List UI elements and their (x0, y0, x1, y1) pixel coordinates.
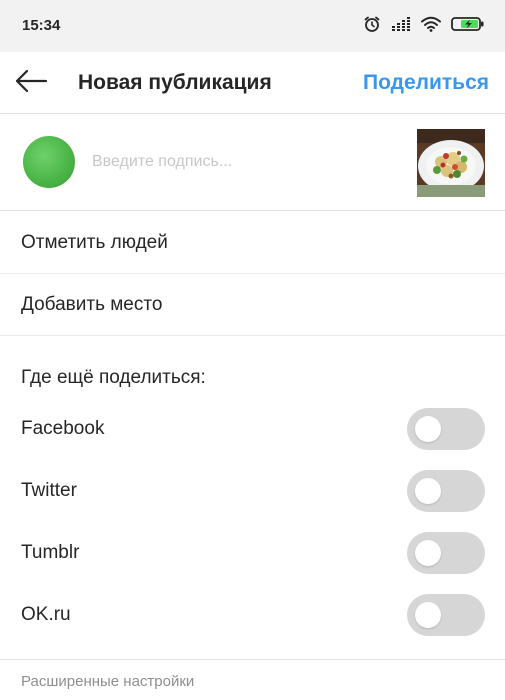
share-twitter-row: Twitter (0, 460, 505, 522)
advanced-settings-link[interactable]: Расширенные настройки (21, 673, 194, 690)
share-tumblr-toggle[interactable] (407, 532, 485, 574)
add-location-row[interactable]: Добавить место (0, 274, 505, 336)
status-bar: 15:34 (0, 0, 505, 52)
toggle-knob (415, 416, 441, 442)
arrow-left-icon (14, 69, 48, 98)
share-okru-toggle[interactable] (407, 594, 485, 636)
page-title: Новая публикация (78, 71, 272, 94)
status-icons (363, 14, 485, 38)
share-section-title: Где ещё поделиться: (21, 367, 206, 388)
tag-people-row[interactable]: Отметить людей (0, 212, 505, 274)
share-tumblr-row: Tumblr (0, 522, 505, 584)
share-twitter-toggle[interactable] (407, 470, 485, 512)
share-okru-row: OK.ru (0, 584, 505, 646)
tag-people-label: Отметить людей (21, 232, 168, 253)
share-twitter-label: Twitter (21, 480, 77, 501)
toggle-knob (415, 602, 441, 628)
signal-icon (391, 16, 411, 37)
post-thumbnail[interactable] (417, 129, 485, 197)
caption-input[interactable] (92, 149, 392, 175)
battery-charging-icon (451, 16, 485, 37)
alarm-icon (363, 15, 381, 38)
share-facebook-row: Facebook (0, 398, 505, 460)
add-location-label: Добавить место (21, 294, 163, 315)
avatar (23, 136, 75, 188)
status-time: 15:34 (22, 17, 61, 34)
caption-row (0, 115, 505, 211)
divider (0, 659, 505, 660)
toggle-knob (415, 540, 441, 566)
share-facebook-toggle[interactable] (407, 408, 485, 450)
header: Новая публикация Поделиться (0, 52, 505, 114)
wifi-icon (421, 16, 441, 37)
share-tumblr-label: Tumblr (21, 542, 80, 563)
share-button[interactable]: Поделиться (363, 71, 489, 95)
share-facebook-label: Facebook (21, 418, 105, 439)
back-button[interactable] (12, 66, 50, 100)
share-okru-label: OK.ru (21, 604, 71, 625)
toggle-knob (415, 478, 441, 504)
